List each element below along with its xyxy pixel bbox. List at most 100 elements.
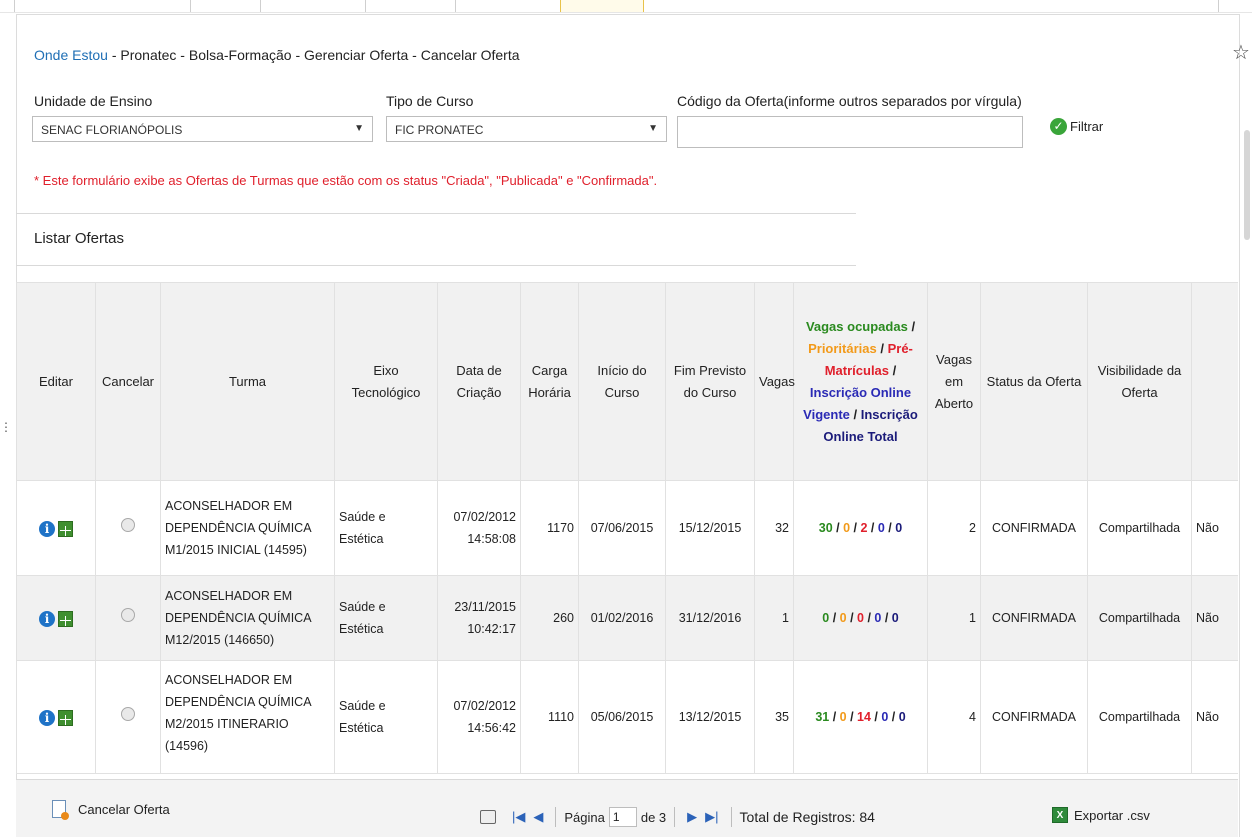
inicio-cell: 05/06/2015 (578, 660, 666, 774)
status-cell: CONFIRMADA (980, 480, 1088, 576)
tab-divider (14, 0, 15, 12)
breadcrumb: Onde Estou - Pronatec - Bolsa-Formação -… (34, 47, 520, 63)
turma-cell: ACONSELHADOR EM DEPENDÊNCIA QUÍMICA M12/… (160, 575, 335, 661)
turma-cell: ACONSELHADOR EM DEPENDÊNCIA QUÍMICA M2/2… (160, 660, 335, 774)
col-editar: Editar (16, 282, 96, 481)
editar-cell: i (16, 480, 96, 576)
col-turma: Turma (160, 282, 335, 481)
col-aberto: Vagas em Aberto (927, 282, 981, 481)
calendar-icon[interactable] (58, 709, 73, 726)
cancelar-radio[interactable] (121, 707, 135, 721)
unidade-label: Unidade de Ensino (34, 93, 153, 109)
codigo-input[interactable] (677, 116, 1023, 148)
stats-cell: 0 / 0 / 0 / 0 / 0 (793, 575, 928, 661)
col-visibilidade: Visibilidade da Oferta (1087, 282, 1192, 481)
table-row: i ACONSELHADOR EM DEPENDÊNCIA QUÍMICA M2… (16, 660, 1238, 774)
visibilidade-cell: Compartilhada (1087, 575, 1192, 661)
total-registros: Total de Registros: 84 (739, 809, 875, 825)
cancelar-oferta-button[interactable]: Cancelar Oferta (52, 800, 170, 820)
vigente-value: 0 (881, 710, 889, 724)
editar-cell: i (16, 660, 96, 774)
tab-divider (190, 0, 191, 12)
calendar-icon[interactable] (58, 520, 73, 537)
tipo-select-value: FIC PRONATEC (395, 123, 484, 137)
fim-cell: 31/12/2016 (665, 575, 755, 661)
visibilidade-cell: Compartilhada (1087, 480, 1192, 576)
ocupadas-value: 31 (815, 710, 830, 724)
print-icon[interactable] (480, 810, 496, 824)
next-page-icon[interactable]: ▶ (687, 809, 697, 825)
table-header-row: Editar Cancelar Turma Eixo Tecnológico D… (16, 282, 1238, 481)
ofertas-table-wrapper[interactable]: Editar Cancelar Turma Eixo Tecnológico D… (16, 282, 1238, 779)
breadcrumb-path: - Pronatec - Bolsa-Formação - Gerenciar … (107, 47, 520, 63)
col-status: Status da Oferta (980, 282, 1088, 481)
ocupadas-value: 30 (818, 521, 833, 535)
resize-grip-icon[interactable]: ⋮ (0, 420, 12, 434)
chevron-down-icon: ▼ (648, 123, 658, 134)
stats-prioritarias-label: Prioritárias (808, 340, 877, 356)
status-cell: CONFIRMADA (980, 660, 1088, 774)
vagas-cell: 1 (754, 575, 794, 661)
col-inicio: Início do Curso (578, 282, 666, 481)
total-value: 0 (895, 521, 903, 535)
page-input[interactable]: 1 (608, 807, 637, 827)
fim-cell: 13/12/2015 (665, 660, 755, 774)
info-icon[interactable]: i (39, 520, 55, 537)
divider (16, 265, 856, 266)
cancelar-radio[interactable] (121, 518, 135, 532)
eixo-cell: Saúde e Estética (334, 575, 438, 661)
turma-cell: ACONSELHADOR EM DEPENDÊNCIA QUÍMICA M1/2… (160, 480, 335, 576)
col-extra (1191, 282, 1238, 481)
active-tab[interactable] (560, 0, 644, 12)
stats-cell: 30 / 0 / 2 / 0 / 0 (793, 480, 928, 576)
extra-cell: Não (1191, 480, 1238, 576)
info-icon[interactable]: i (39, 709, 55, 726)
exportar-button[interactable]: X Exportar .csv (1052, 807, 1150, 823)
col-fim: Fim Previsto do Curso (665, 282, 755, 481)
editar-cell: i (16, 575, 96, 661)
pagina-label: Página (564, 809, 605, 825)
tab-divider (365, 0, 366, 12)
divider (16, 213, 856, 214)
prev-page-icon[interactable]: ◀ (533, 809, 543, 825)
extra-cell: Não (1191, 660, 1238, 774)
vagas-cell: 32 (754, 480, 794, 576)
cancelar-radio[interactable] (121, 608, 135, 622)
cancelar-oferta-label: Cancelar Oferta (78, 801, 170, 817)
divider (674, 807, 676, 827)
total-value: 0 (898, 710, 906, 724)
de-label: de 3 (640, 809, 667, 825)
pre-value: 2 (860, 521, 868, 535)
document-icon (52, 800, 69, 820)
aberto-cell: 1 (927, 575, 981, 661)
total-value: 0 (891, 611, 899, 625)
carga-cell: 260 (520, 575, 579, 661)
divider (555, 807, 557, 827)
pre-value: 14 (857, 710, 871, 724)
first-page-icon[interactable]: |◀ (512, 809, 525, 825)
breadcrumb-link[interactable]: Onde Estou (34, 47, 108, 63)
unidade-select[interactable]: SENAC FLORIANÓPOLIS ▼ (32, 116, 373, 142)
filtrar-button[interactable]: ✓ Filtrar (1050, 118, 1103, 135)
ocupadas-value: 0 (822, 611, 830, 625)
footer-bar: Cancelar Oferta |◀ ◀ Página 1 de 3 ▶ ▶| … (16, 779, 1238, 837)
section-title: Listar Ofertas (34, 230, 125, 247)
last-page-icon[interactable]: ▶| (705, 809, 718, 825)
info-icon[interactable]: i (39, 610, 55, 627)
calendar-icon[interactable] (58, 610, 73, 627)
tipo-select[interactable]: FIC PRONATEC ▼ (386, 116, 667, 142)
pre-value: 0 (857, 611, 864, 625)
cancelar-cell (95, 480, 161, 576)
eixo-cell: Saúde e Estética (334, 660, 438, 774)
exportar-label: Exportar .csv (1074, 807, 1150, 823)
divider (730, 807, 732, 827)
col-carga: Carga Horária (520, 282, 579, 481)
star-icon[interactable]: ☆ (1232, 40, 1250, 65)
data-cell: 07/02/2012 14:56:42 (437, 660, 521, 774)
pagination: |◀ ◀ Página 1 de 3 ▶ ▶| Total de Registr… (480, 807, 875, 827)
tipo-label: Tipo de Curso (386, 93, 474, 109)
visibilidade-cell: Compartilhada (1087, 660, 1192, 774)
vertical-scrollbar[interactable] (1244, 130, 1250, 240)
extra-cell: Não (1191, 575, 1238, 661)
stats-ocupadas-label: Vagas ocupadas (805, 318, 908, 334)
